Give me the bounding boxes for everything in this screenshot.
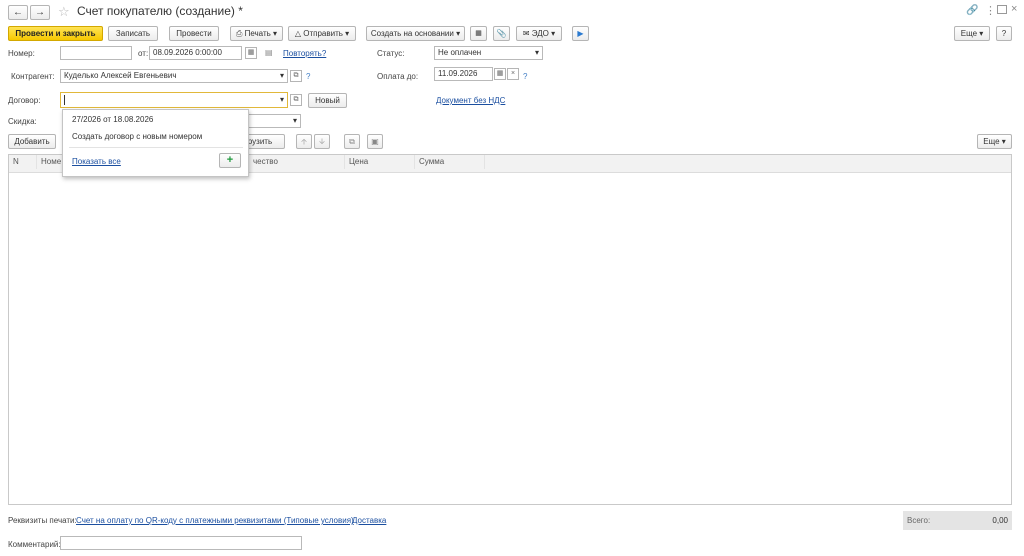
add-contract-button[interactable]: +	[219, 153, 241, 168]
print-details-label: Реквизиты печати:	[8, 516, 77, 525]
forward-button[interactable]: →	[30, 5, 50, 20]
kebab-menu-icon[interactable]: ⋮	[985, 4, 996, 17]
discount-label: Скидка:	[8, 117, 37, 126]
total-panel: Всего: 0,00	[903, 511, 1012, 530]
structure-icon[interactable]: ▦	[470, 26, 487, 41]
pay-by-field[interactable]: 11.09.2026	[434, 67, 493, 81]
dropdown-arrow-icon: ▾	[345, 29, 350, 38]
total-value: 0,00	[992, 516, 1008, 525]
comment-field[interactable]	[60, 536, 302, 550]
number-label: Номер:	[8, 49, 35, 58]
link-icon[interactable]: 🔗	[966, 5, 978, 16]
create-based-on-label: Создать на основании	[370, 29, 454, 38]
dropdown-arrow-icon: ▾	[292, 116, 297, 125]
date-field[interactable]: 08.09.2026 0:00:00	[149, 46, 242, 60]
send-button[interactable]: △ Отправить ▾	[288, 26, 356, 41]
dropdown-item-contract[interactable]: 27/2026 от 18.08.2026	[72, 115, 153, 124]
send-label: Отправить	[303, 29, 343, 38]
attachment-icon[interactable]: 📎	[493, 26, 510, 41]
edo-label: ЭДО	[531, 29, 549, 38]
text-cursor	[64, 95, 65, 105]
col-n[interactable]: N	[9, 155, 37, 169]
post-button[interactable]: Провести	[169, 26, 219, 41]
page-title: Счет покупателю (создание) *	[77, 4, 243, 18]
dropdown-arrow-icon: ▾	[551, 29, 556, 38]
pay-by-help-icon[interactable]: ?	[523, 72, 527, 82]
run-icon[interactable]: ▶	[572, 26, 589, 41]
dropdown-arrow-icon: ▾	[534, 48, 539, 57]
delivery-link[interactable]: Доставка	[352, 516, 386, 526]
send-icon: △	[294, 29, 301, 38]
dropdown-arrow-icon: ▾	[1001, 137, 1006, 146]
repeat-link[interactable]: Повторять?	[283, 49, 326, 59]
status-select[interactable]: Не оплачен ▾	[434, 46, 543, 60]
open-icon[interactable]: ⧉	[290, 94, 302, 106]
discount-select[interactable]: ▾	[246, 114, 301, 128]
total-label: Всего:	[907, 516, 931, 525]
paste-icon[interactable]: ▣	[367, 134, 383, 149]
dropdown-item-create-contract[interactable]: Создать договор с новым номером	[72, 132, 202, 141]
copy-icon[interactable]: ⧉	[344, 134, 360, 149]
number-field[interactable]	[60, 46, 132, 60]
more-button[interactable]: Еще ▾	[954, 26, 990, 41]
new-contract-button[interactable]: Новый	[308, 93, 347, 108]
dropdown-divider	[69, 147, 243, 148]
post-and-close-button[interactable]: Провести и закрыть	[8, 26, 103, 41]
window-restore-icon[interactable]	[997, 5, 1007, 14]
close-icon[interactable]: ×	[1011, 3, 1017, 15]
date-label: от:	[138, 49, 149, 58]
dropdown-arrow-icon: ▾	[279, 95, 284, 104]
counterparty-help-icon[interactable]: ?	[306, 72, 310, 82]
dropdown-arrow-icon: ▾	[273, 29, 278, 38]
col-quantity[interactable]: чество	[249, 155, 345, 169]
print-button[interactable]: ⎙ Печать ▾	[230, 26, 283, 41]
add-row-button[interactable]: Добавить	[8, 134, 56, 149]
print-label: Печать	[244, 29, 271, 38]
move-up-icon[interactable]: 🡩	[296, 134, 312, 149]
status-label: Статус:	[377, 49, 405, 58]
edo-button[interactable]: ✉ ЭДО ▾	[516, 26, 562, 41]
star-icon[interactable]: ☆	[58, 4, 70, 19]
open-icon[interactable]: ⧉	[290, 70, 302, 82]
table-more-button[interactable]: Еще ▾	[977, 134, 1012, 149]
clear-icon[interactable]: ×	[507, 68, 519, 80]
no-vat-link[interactable]: Документ без НДС	[436, 96, 505, 106]
pay-by-label: Оплата до:	[377, 72, 419, 81]
edo-icon: ✉	[522, 29, 530, 38]
comment-label: Комментарий:	[8, 540, 61, 549]
printer-icon: ⎙	[235, 29, 243, 38]
contract-label: Договор:	[8, 96, 41, 105]
repeat-icon: ▤	[265, 48, 273, 57]
save-button[interactable]: Записать	[108, 26, 158, 41]
status-value: Не оплачен	[438, 48, 482, 57]
dropdown-arrow-icon: ▾	[456, 29, 461, 38]
counterparty-field[interactable]: Кудeлько Алексей Евгеньевич ▾	[60, 69, 288, 83]
move-down-icon[interactable]: 🡫	[314, 134, 330, 149]
col-price[interactable]: Цена	[345, 155, 415, 169]
dropdown-arrow-icon: ▾	[279, 71, 284, 80]
contract-dropdown: 27/2026 от 18.08.2026 Создать договор с …	[62, 109, 249, 177]
calendar-icon[interactable]: ▦	[245, 47, 257, 59]
counterparty-value: Кудeлько Алексей Евгеньевич	[64, 71, 177, 80]
contract-field[interactable]: ▾	[60, 92, 288, 108]
table-more-label: Еще	[983, 137, 1000, 146]
back-button[interactable]: ←	[8, 5, 28, 20]
print-details-link[interactable]: Счет на оплату по QR-коду с платежными р…	[76, 516, 354, 526]
show-all-link[interactable]: Показать все	[72, 157, 121, 167]
calendar-icon[interactable]: ▦	[494, 68, 506, 80]
col-sum[interactable]: Сумма	[415, 155, 485, 169]
create-based-on-button[interactable]: Создать на основании ▾	[366, 26, 465, 41]
counterparty-label: Контрагент:	[11, 72, 55, 81]
goods-table[interactable]: N Номе чество Цена Сумма	[8, 154, 1012, 505]
dropdown-arrow-icon: ▾	[979, 29, 984, 38]
help-button[interactable]: ?	[996, 26, 1012, 41]
more-label: Еще	[960, 29, 978, 38]
